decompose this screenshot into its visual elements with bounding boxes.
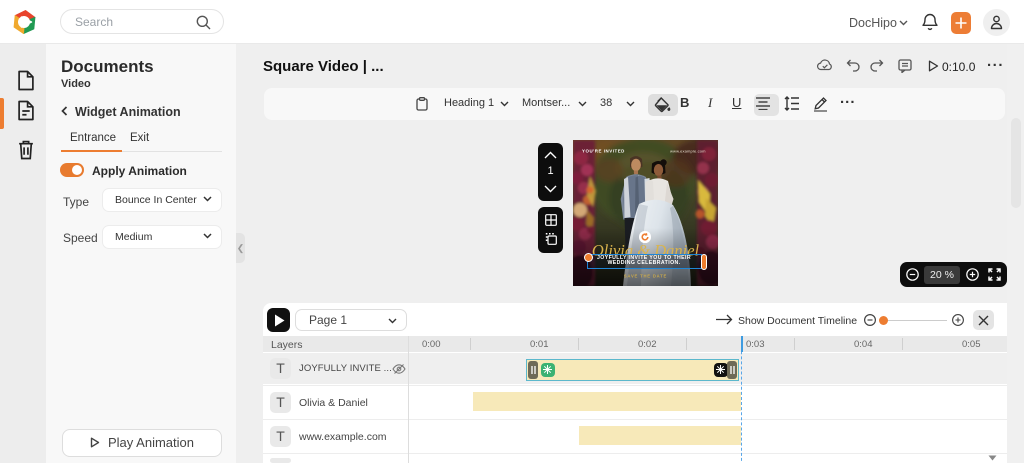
svg-text:www.example.com: www.example.com [670, 149, 706, 154]
svg-text:SAVE THE DATE: SAVE THE DATE [624, 274, 667, 279]
svg-text:YOU'RE INVITED: YOU'RE INVITED [582, 149, 625, 154]
